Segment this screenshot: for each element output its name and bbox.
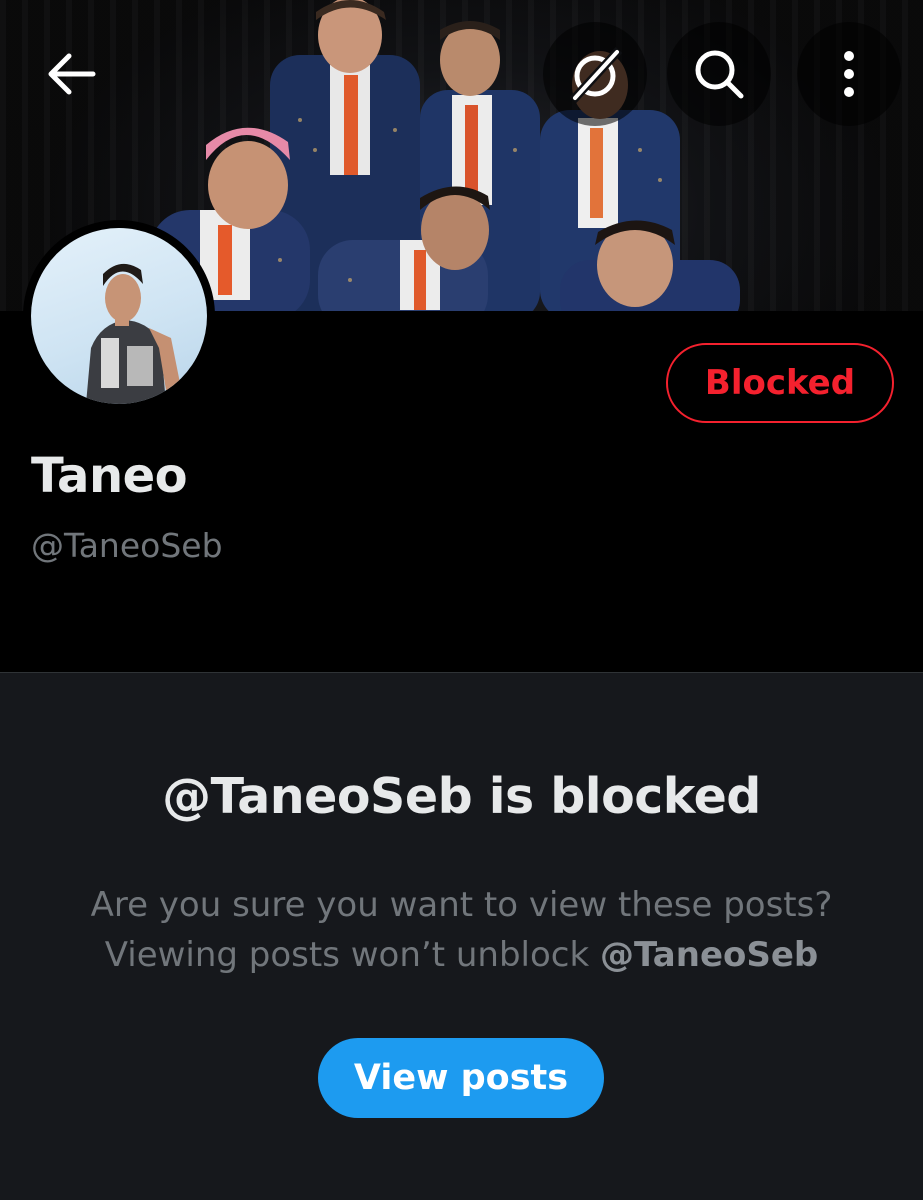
view-posts-button[interactable]: View posts (318, 1038, 604, 1118)
display-name: Taneo (31, 448, 188, 504)
blocked-button[interactable]: Blocked (666, 343, 894, 423)
blocked-notice-line-1: Are you sure you want to view these post… (90, 885, 833, 925)
search-icon (695, 50, 744, 99)
grok-button[interactable] (543, 22, 647, 126)
back-button[interactable] (20, 22, 124, 126)
avatar-photo (31, 228, 207, 404)
blocked-notice-message: Are you sure you want to view these post… (0, 880, 923, 980)
more-options-button[interactable] (797, 22, 901, 126)
more-vertical-icon (844, 51, 854, 97)
blocked-notice-line-2: Viewing posts won’t unblock @TaneoSeb (0, 930, 923, 980)
user-handle: @TaneoSeb (31, 526, 223, 565)
grok-slash-icon (569, 46, 623, 104)
search-button[interactable] (667, 22, 771, 126)
blocked-notice-title: @TaneoSeb is blocked (162, 768, 761, 825)
avatar[interactable] (23, 220, 215, 412)
blocked-notice-line-2-prefix: Viewing posts won’t unblock (104, 935, 600, 975)
profile-page: Blocked Taneo @TaneoSeb @TaneoSeb is blo… (0, 0, 923, 1200)
arrow-left-icon (48, 53, 96, 95)
blocked-notice-handle[interactable]: @TaneoSeb (600, 935, 818, 975)
